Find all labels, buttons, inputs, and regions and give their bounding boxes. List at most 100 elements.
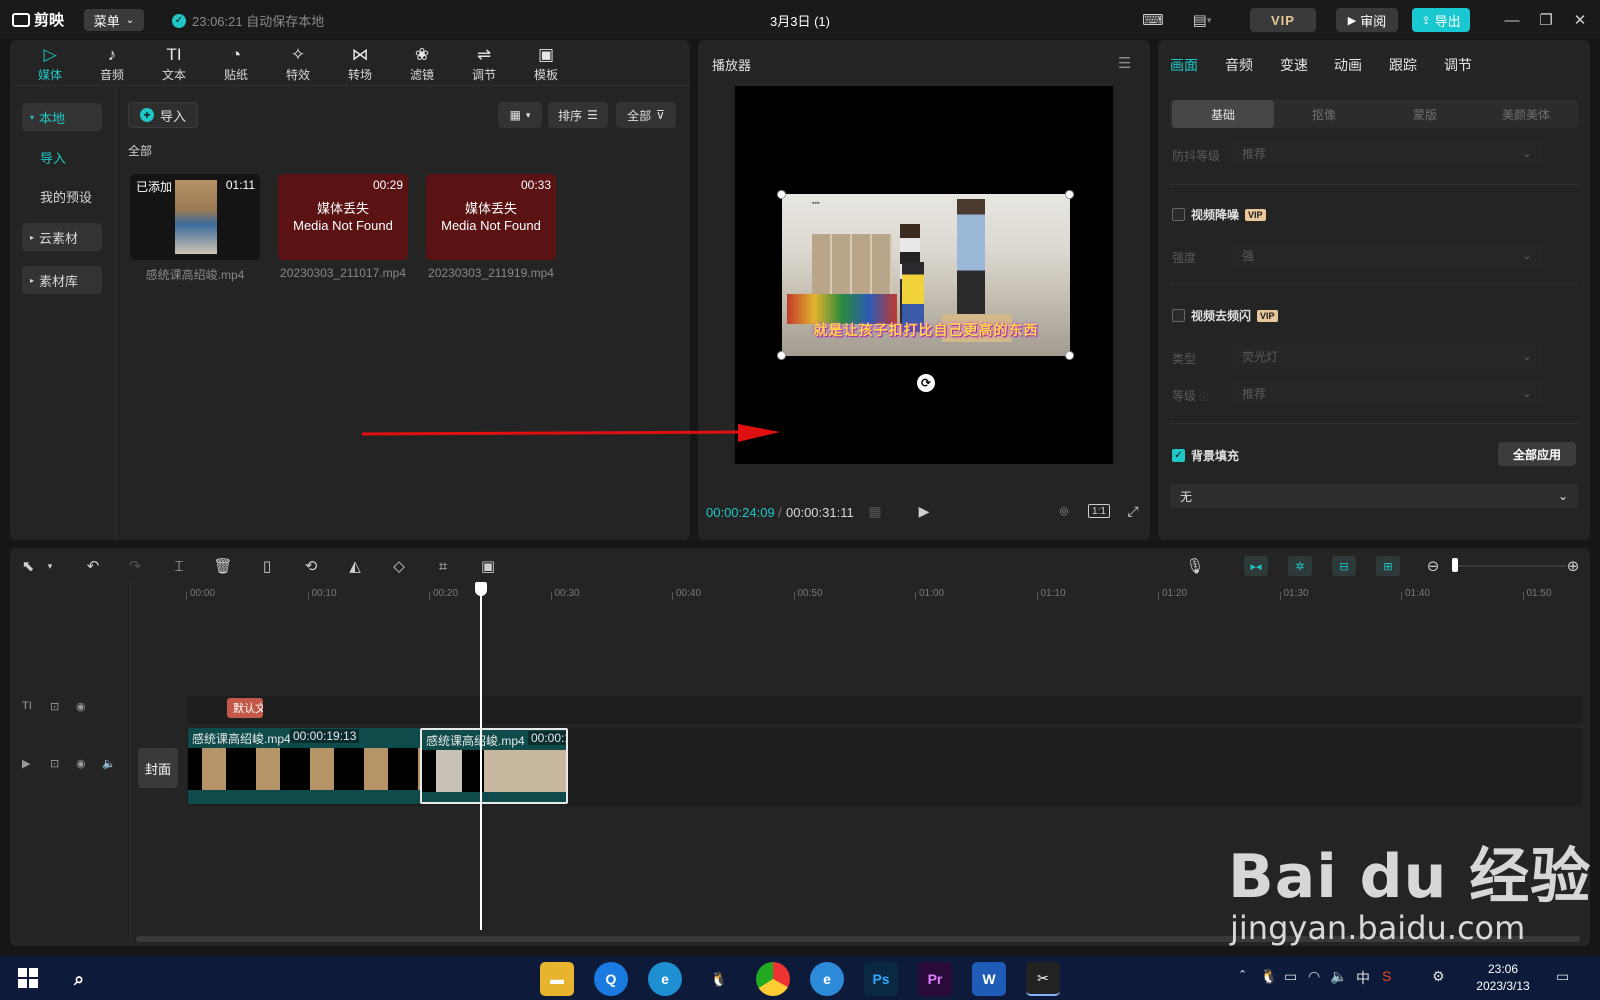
level-select[interactable]: 推荐 ⌄ [1232, 381, 1542, 405]
video-clip[interactable]: 感统课高绍峻.mp4 00:00:19:13 [188, 728, 420, 804]
restore-icon[interactable]: ❐ [1536, 10, 1556, 30]
vip-button[interactable]: VIP [1250, 8, 1316, 32]
quark-browser-icon[interactable]: Q [594, 962, 628, 996]
volume-icon[interactable]: 🔈 [102, 757, 116, 770]
minimize-icon[interactable]: — [1502, 10, 1522, 30]
ratio-button[interactable]: 1:1 [1088, 504, 1110, 518]
zoom-out-icon[interactable]: ⊖ [1424, 556, 1442, 576]
hamburger-icon[interactable]: ☰ [1118, 54, 1131, 72]
deflicker-toggle[interactable]: 视频去频闪 VIP [1172, 307, 1278, 324]
export-button[interactable]: ⇪ 导出 [1412, 8, 1470, 32]
speaker-icon[interactable]: 🔈 [1330, 968, 1347, 985]
crop-icon[interactable]: ⌗ [434, 556, 452, 576]
notification-icon[interactable]: ▭ [1556, 968, 1569, 985]
auto-snap-icon[interactable]: ✲ [1288, 556, 1312, 576]
tab-sticker[interactable]: ◔ 贴纸 [210, 44, 262, 83]
playhead[interactable] [480, 584, 482, 930]
microphone-icon[interactable]: 🎙 [1185, 556, 1204, 576]
smart-cutout-icon[interactable]: ▣ [478, 556, 498, 576]
tab-template[interactable]: ▣ 模板 [520, 44, 572, 83]
chevron-up-icon[interactable]: ⌃ [1238, 968, 1247, 981]
import-button[interactable]: + 导入 [128, 102, 198, 128]
video-preview-frame[interactable]: ▪▪▪ 就是让孩子扣打比自己更高的东西 [782, 194, 1070, 356]
fullscreen-icon[interactable]: ⤢ [1122, 500, 1144, 522]
prop-tab-adjust[interactable]: 调节 [1444, 55, 1472, 75]
cover-button[interactable]: 封面 [138, 748, 178, 788]
zoom-slider-knob[interactable] [1452, 558, 1458, 572]
wifi-icon[interactable]: ◠ [1308, 968, 1320, 985]
search-icon[interactable]: ⌕ [62, 962, 96, 996]
select-cursor-icon[interactable]: ⬉ [20, 556, 36, 576]
eye-icon[interactable]: ◉ [76, 700, 86, 713]
media-card-missing[interactable]: 00:33 媒体丢失 Media Not Found [426, 174, 556, 260]
prop-tab-speed[interactable]: 变速 [1280, 55, 1308, 75]
keyboard-icon[interactable]: ⌨ [1142, 9, 1164, 31]
zoom-in-icon[interactable]: ⊕ [1564, 556, 1582, 576]
denoise-toggle[interactable]: 视频降噪 VIP [1172, 206, 1266, 223]
stabilize-select[interactable]: 推荐 ⌄ [1232, 141, 1542, 165]
sidebar-item-library[interactable]: ▸ 素材库 [22, 266, 102, 294]
premiere-icon[interactable]: Pr [918, 962, 952, 996]
freeze-icon[interactable]: ▯ [258, 556, 276, 576]
tab-audio[interactable]: ♪ 音频 [86, 44, 138, 83]
qq-tray-icon[interactable]: 🐧 [1260, 968, 1277, 985]
sort-button[interactable]: 排序 ☰ [548, 102, 608, 128]
prop-tab-picture[interactable]: 画面 [1170, 55, 1198, 75]
video-clip-selected[interactable]: 感统课高绍峻.mp4 00:00:1 [420, 728, 568, 804]
lock-icon[interactable]: ⊡ [50, 700, 59, 713]
battery-icon[interactable]: ▭ [1284, 968, 1297, 985]
tab-filter[interactable]: ❀ 滤镜 [396, 44, 448, 83]
tab-effects[interactable]: ✧ 特效 [272, 44, 324, 83]
sidebar-item-local[interactable]: ▾ 本地 [22, 103, 102, 131]
main-track-magnet-icon[interactable]: ▸◂ [1244, 556, 1268, 576]
play-icon[interactable]: ▶ [914, 500, 934, 522]
layout-icon[interactable]: ▤ ▾ [1182, 9, 1222, 31]
sidebar-item-my-presets[interactable]: 我的预设 [22, 182, 102, 210]
tab-adjust[interactable]: ⇌ 调节 [458, 44, 510, 83]
eye-icon[interactable]: ◉ [76, 757, 86, 770]
chevron-down-icon[interactable]: ▾ [44, 556, 56, 576]
review-button[interactable]: ▶ 审阅 [1336, 8, 1398, 32]
view-mode-button[interactable]: ▦ ▾ [498, 102, 542, 128]
link-icon[interactable]: ⊟ [1332, 556, 1356, 576]
resize-handle-bottom-left[interactable] [777, 351, 786, 360]
chrome-icon[interactable] [756, 962, 790, 996]
resize-handle-bottom-right[interactable] [1065, 351, 1074, 360]
windows-start-icon[interactable] [18, 968, 38, 988]
prop-tab-animation[interactable]: 动画 [1334, 55, 1362, 75]
sub-tab-beauty[interactable]: 美颜美体 [1475, 100, 1577, 128]
lock-icon[interactable]: ⊡ [50, 757, 59, 770]
capcut-taskbar-icon[interactable]: ✂ [1026, 962, 1060, 996]
menu-button[interactable]: 菜单 ⌄ [84, 9, 144, 31]
redo-icon[interactable]: ↷ [126, 556, 144, 576]
delete-icon[interactable]: 🗑 [213, 556, 232, 576]
close-icon[interactable]: ✕ [1570, 10, 1590, 30]
tab-text[interactable]: TI 文本 [148, 44, 200, 83]
playhead-handle[interactable] [475, 582, 487, 596]
edge-icon[interactable]: e [648, 962, 682, 996]
type-select[interactable]: 荧光灯 ⌄ [1232, 344, 1542, 368]
taskbar-clock[interactable]: 23:06 2023/3/13 [1468, 961, 1538, 995]
resize-handle-top-right[interactable] [1065, 190, 1074, 199]
sidebar-item-cloud[interactable]: ▸ 云素材 [22, 223, 102, 251]
file-explorer-icon[interactable]: ▬ [540, 962, 574, 996]
settings-gear-icon[interactable]: ⚙ [1432, 968, 1445, 985]
media-card[interactable]: 已添加 01:11 [130, 174, 260, 260]
tab-transition[interactable]: ⋈ 转场 [334, 44, 386, 83]
sogou-ime-icon[interactable]: S [1382, 968, 1391, 984]
strength-select[interactable]: 强 ⌄ [1232, 243, 1542, 267]
sub-tab-cutout[interactable]: 抠像 [1273, 100, 1375, 128]
sub-tab-basic[interactable]: 基础 [1172, 100, 1274, 128]
rotate-clip-icon[interactable]: ◇ [390, 556, 408, 576]
media-card-missing[interactable]: 00:29 媒体丢失 Media Not Found [278, 174, 408, 260]
sidebar-item-import[interactable]: 导入 [22, 143, 102, 171]
zoom-slider-track[interactable] [1456, 565, 1566, 567]
tab-media[interactable]: ▷ 媒体 [24, 44, 76, 83]
bg-fill-select[interactable]: 无 ⌄ [1170, 484, 1578, 508]
undo-icon[interactable]: ↶ [84, 556, 102, 576]
screenshot-icon[interactable]: ⌾ [1053, 500, 1075, 522]
prop-tab-tracking[interactable]: 跟踪 [1389, 55, 1417, 75]
ime-indicator[interactable]: 中 [1356, 968, 1370, 988]
apply-all-button[interactable]: 全部应用 [1498, 442, 1576, 466]
photoshop-icon[interactable]: Ps [864, 962, 898, 996]
